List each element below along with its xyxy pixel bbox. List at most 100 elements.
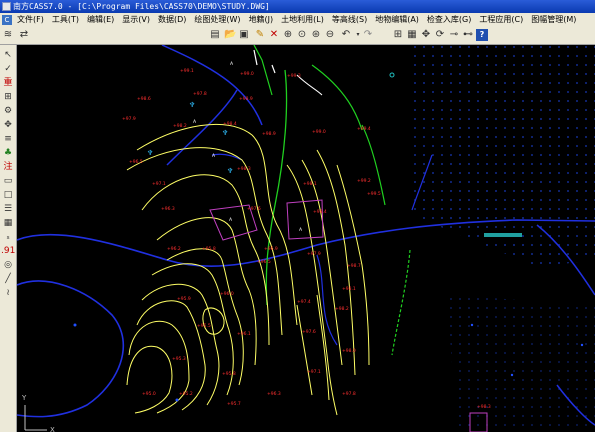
road-line — [17, 280, 124, 418]
menu-bar: C 文件(F) 工具(T) 编辑(E) 显示(V) 数据(D) 绘图处理(W) 地籍(J) 土地… — [0, 13, 595, 27]
svg-text:+96.2: +96.2 — [167, 246, 181, 252]
axis-icon — [24, 405, 47, 431]
svg-text:+95.7: +95.7 — [227, 401, 241, 407]
menu-item-11[interactable]: 工程应用(C) — [475, 13, 527, 27]
road-icon[interactable]: ▦ — [1, 217, 15, 229]
road-marker — [484, 233, 522, 237]
svg-text:A: A — [230, 61, 234, 67]
svg-text:+97.8: +97.8 — [193, 91, 207, 97]
menu-item-4[interactable]: 数据(D) — [154, 13, 190, 27]
layer-state-icon[interactable]: ⇄ — [18, 29, 30, 41]
pen-icon[interactable]: ✎ — [254, 29, 266, 41]
svg-text:+96.5: +96.5 — [129, 159, 143, 165]
line-icon[interactable]: ╱ — [1, 273, 15, 285]
svg-text:♆: ♆ — [189, 101, 195, 109]
menu-item-8[interactable]: 等高线(S) — [328, 13, 371, 27]
green-line — [311, 64, 363, 131]
svg-text:+99.3: +99.3 — [287, 73, 301, 79]
axis-x-label: X — [50, 426, 55, 432]
app-icon — [2, 2, 11, 11]
save-icon[interactable]: ▣ — [238, 29, 250, 41]
svg-text:A: A — [193, 119, 197, 125]
axis-y-label: Y — [21, 394, 27, 402]
menu-item-9[interactable]: 地物编辑(A) — [371, 13, 423, 27]
menu-item-6[interactable]: 地籍(J) — [245, 13, 278, 27]
compass-icon[interactable]: ✥ — [1, 119, 15, 131]
tree-icon[interactable]: ♣ — [1, 147, 15, 159]
svg-text:+95.0: +95.0 — [142, 391, 156, 397]
svg-text:+95.9: +95.9 — [177, 296, 191, 302]
svg-text:+97.1: +97.1 — [152, 181, 166, 187]
elevation-icon[interactable]: ₛ — [1, 231, 15, 243]
circle-icon[interactable]: ◎ — [1, 259, 15, 271]
menu-item-7[interactable]: 土地利用(L) — [277, 13, 328, 27]
menu-item-12[interactable]: 图幅管理(M) — [527, 13, 580, 27]
stairs-icon[interactable]: ≡ — [1, 133, 15, 145]
svg-text:+95.2: +95.2 — [179, 391, 193, 397]
erase-icon[interactable]: ✕ — [268, 29, 280, 41]
menu-item-1[interactable]: 工具(T) — [48, 13, 83, 27]
list-icon[interactable]: ☰ — [1, 203, 15, 215]
standard-toolbar: ≋ ⇄ 0 ▼ ▤ 📂 ▣ ✎ ✕ ⊕ ⊙ ⊛ ⊖ ↶ ▾ ↷ ⊞ ▦ ✥ ⟳ … — [0, 27, 595, 68]
menu-item-3[interactable]: 显示(V) — [118, 13, 154, 27]
svg-text:+98.3: +98.3 — [477, 404, 491, 410]
svg-text:+97.9: +97.9 — [122, 116, 136, 122]
rect-icon[interactable]: □ — [1, 189, 15, 201]
svg-text:+95.3: +95.3 — [172, 356, 186, 362]
svg-text:+98.7: +98.7 — [347, 263, 361, 269]
svg-text:+96.0: +96.0 — [220, 291, 234, 297]
svg-text:+95.8: +95.8 — [222, 371, 236, 377]
svg-text:+95.5: +95.5 — [197, 323, 211, 329]
pointer-icon[interactable]: ↖ — [1, 49, 15, 61]
dotted-area — [447, 295, 595, 432]
zoom-in-icon[interactable]: ⊛ — [310, 29, 322, 41]
window-title: 南方CASS7.0 - [C:\Program Files\CASS70\DEM… — [13, 2, 270, 11]
layers-icon[interactable]: ≋ — [2, 29, 14, 41]
drawing-canvas[interactable]: +99.1 +99.0 +99.3 +98.6 +97.8 +98.9 +97.9 +98… — [17, 45, 595, 432]
svg-text:+99.1: +99.1 — [180, 68, 194, 74]
undo-icon[interactable]: ↶ — [340, 29, 352, 41]
grid-icon[interactable]: ▦ — [406, 29, 418, 41]
check-icon[interactable]: ✓ — [1, 63, 15, 75]
zoom-realtime-icon[interactable]: ⊕ — [282, 29, 294, 41]
svg-text:+98.3: +98.3 — [237, 166, 251, 172]
menu-item-0[interactable]: 文件(F) — [13, 13, 48, 27]
help-icon[interactable]: ? — [476, 29, 488, 41]
svg-text:+96.3: +96.3 — [267, 391, 281, 397]
svg-text:+98.4: +98.4 — [223, 121, 237, 127]
road-line — [161, 45, 263, 126]
wave-icon[interactable]: ≀ — [1, 287, 15, 299]
make-current-icon[interactable]: ▤ — [209, 29, 221, 41]
menu-item-5[interactable]: 绘图处理(W) — [190, 13, 244, 27]
svg-text:+98.0: +98.0 — [342, 348, 356, 354]
zoom-window-icon[interactable]: ⊙ — [296, 29, 308, 41]
chart-icon[interactable]: ⊞ — [1, 91, 15, 103]
heavy-icon[interactable]: 重 — [1, 77, 15, 89]
zoom-out-icon[interactable]: ⊖ — [324, 29, 336, 41]
svg-text:♆: ♆ — [147, 149, 153, 157]
menu-items: 文件(F) 工具(T) 编辑(E) 显示(V) 数据(D) 绘图处理(W) 地籍(J) 土地利… — [13, 15, 580, 25]
rotate-icon[interactable]: ⟳ — [434, 29, 446, 41]
svg-text:+98.2: +98.2 — [173, 123, 187, 129]
green-line — [253, 45, 273, 96]
left-toolbar: ↖ ✓ 重 ⊞ ⚙ ✥ ≡ ♣ 注 ▭ □ ☰ ▦ ₛ .91 ◎ ╱ ≀ — [0, 45, 17, 432]
buildings — [209, 199, 488, 432]
svg-text:+97.8: +97.8 — [342, 391, 356, 397]
svg-text:+98.9: +98.9 — [239, 96, 253, 102]
svg-text:+98.6: +98.6 — [137, 96, 151, 102]
note-icon[interactable]: 注 — [1, 161, 15, 173]
svg-text:+96.9: +96.9 — [264, 246, 278, 252]
gear-icon[interactable]: ⚙ — [1, 105, 15, 117]
properties-icon[interactable]: ⊞ — [392, 29, 404, 41]
move-icon[interactable]: ✥ — [420, 29, 432, 41]
redo-icon[interactable]: ↷ — [362, 29, 374, 41]
extend-icon[interactable]: ⊷ — [462, 29, 474, 41]
trim-icon[interactable]: ⊸ — [448, 29, 460, 41]
menu-item-10[interactable]: 检查入库(G) — [423, 13, 475, 27]
box-icon[interactable]: ▭ — [1, 175, 15, 187]
menu-item-2[interactable]: 编辑(E) — [83, 13, 118, 27]
open-icon[interactable]: 📂 — [224, 29, 236, 41]
point-icon[interactable]: .91 — [1, 245, 15, 257]
document-icon[interactable]: C — [2, 15, 12, 25]
svg-text:+96.5: +96.5 — [257, 259, 271, 265]
